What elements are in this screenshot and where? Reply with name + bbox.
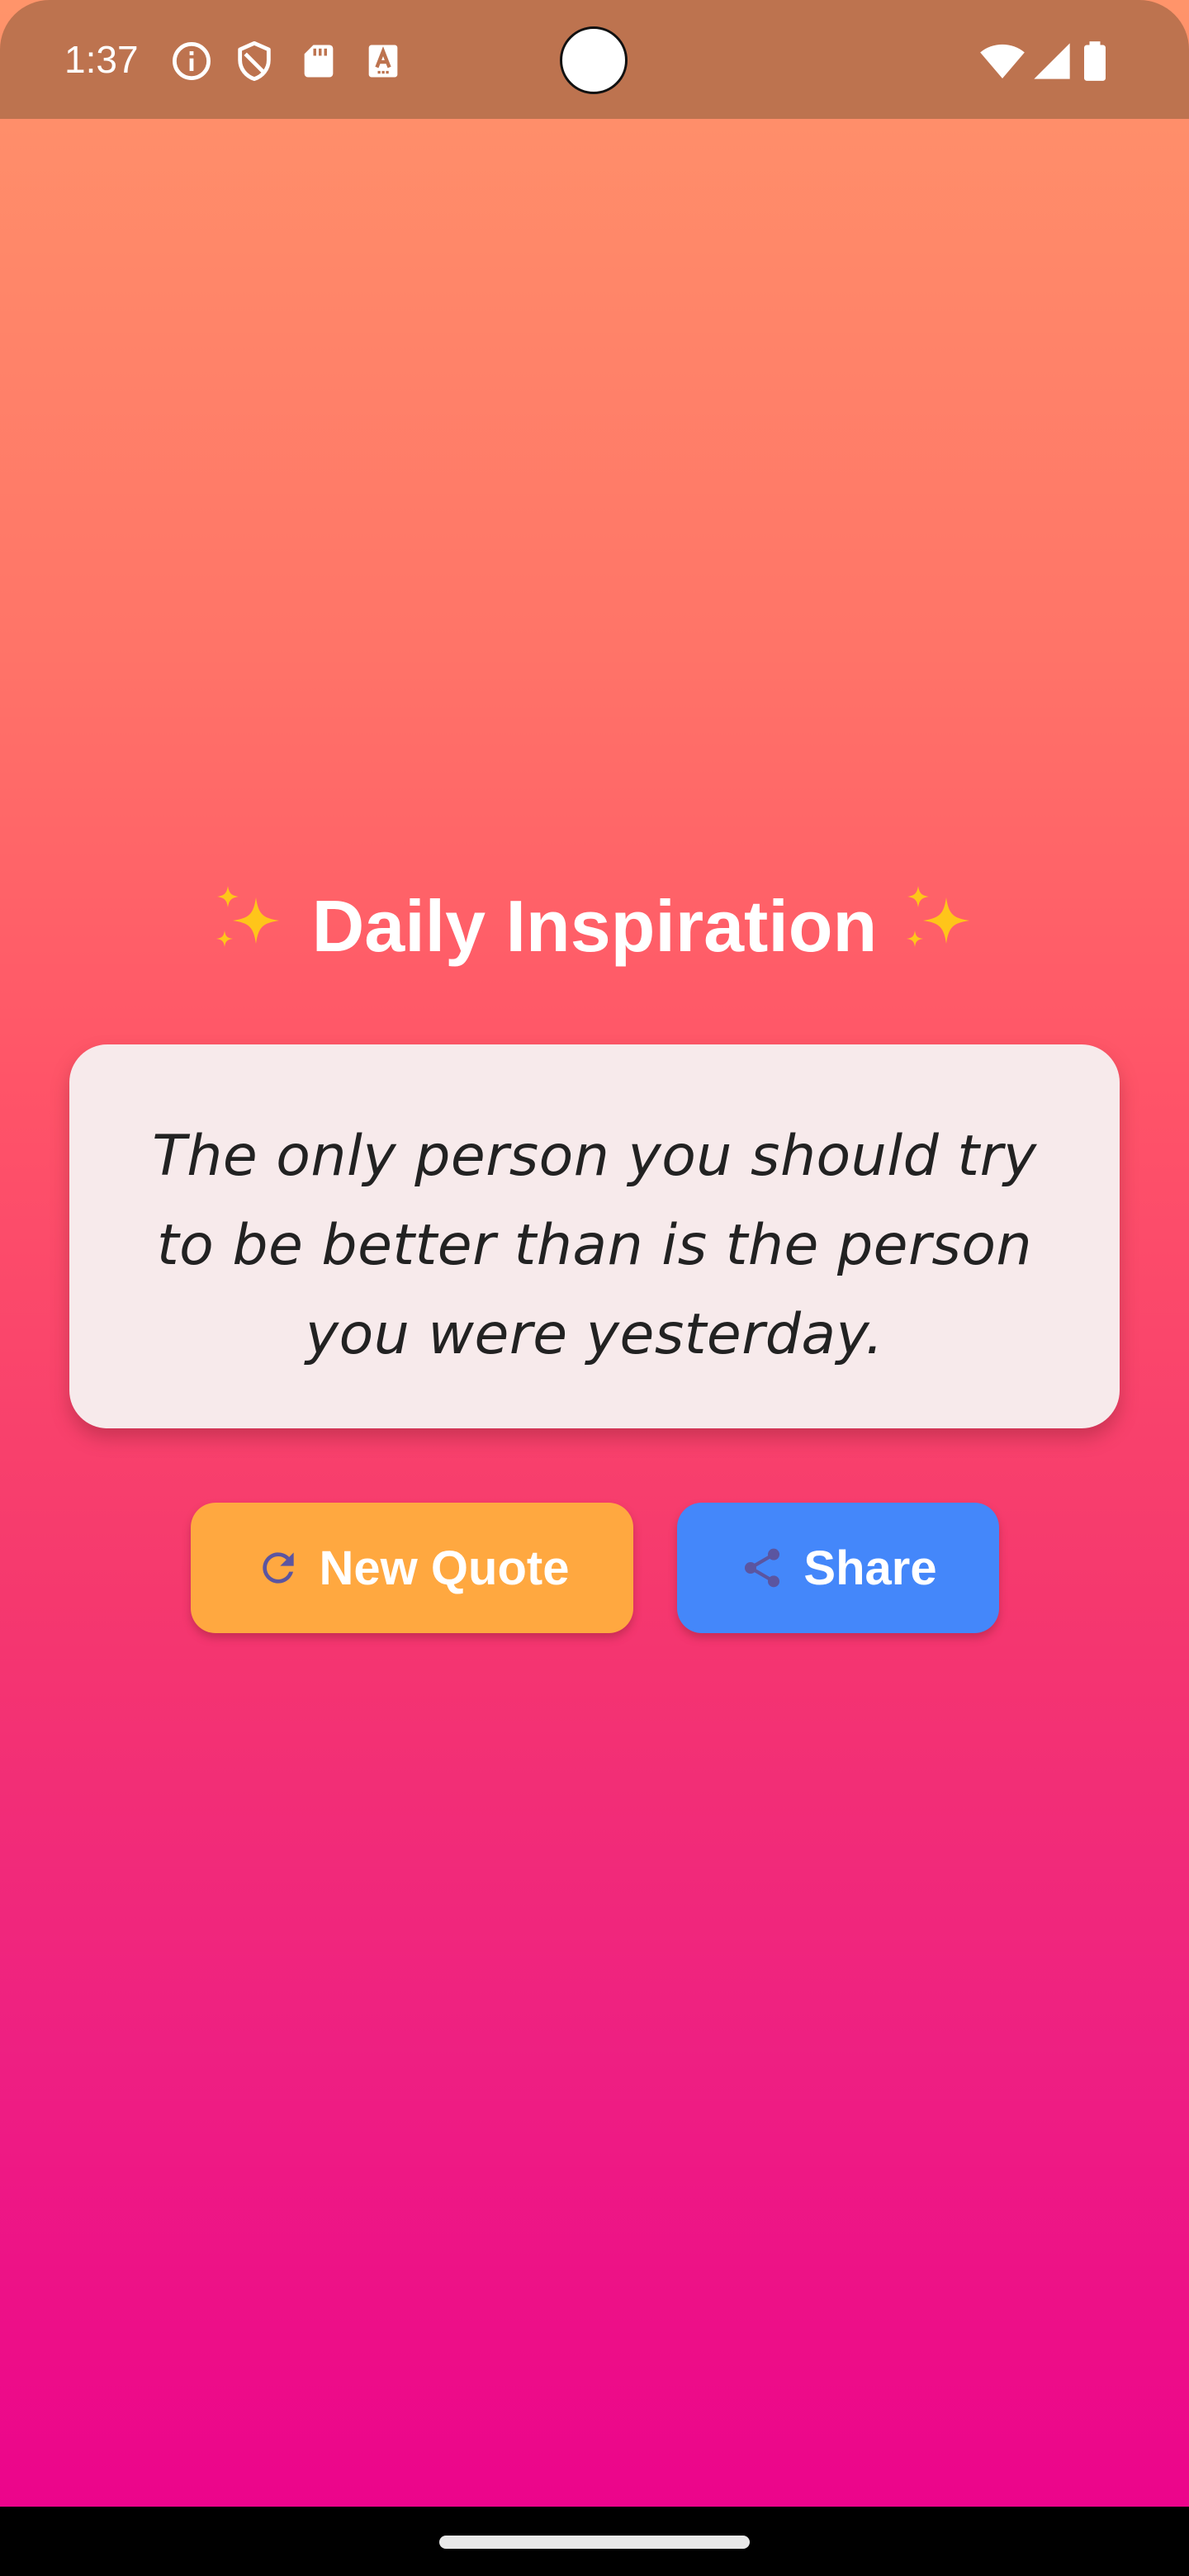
- share-icon: [745, 1548, 780, 1588]
- quote-card: The only person you should try to be bet…: [69, 1044, 1120, 1428]
- shield-icon: [238, 40, 271, 82]
- cellular-signal-icon: [1034, 43, 1070, 79]
- new-quote-button[interactable]: New Quote: [191, 1503, 633, 1633]
- new-quote-label: New Quote: [319, 1541, 570, 1595]
- share-button[interactable]: Share: [677, 1503, 999, 1633]
- status-bar: 1:37: [0, 0, 1189, 119]
- refresh-icon: [262, 1552, 294, 1584]
- navigation-bar: [0, 2507, 1189, 2576]
- sparkles-icon: [216, 885, 279, 947]
- info-icon: [173, 42, 211, 80]
- page-title-text: Daily Inspiration: [311, 884, 878, 967]
- wifi-icon: [980, 44, 1025, 78]
- status-time: 1:37: [64, 38, 139, 81]
- camera-cutout: [560, 26, 628, 94]
- quote-text: The only person you should try to be bet…: [152, 1124, 1037, 1367]
- keyboard-a-icon: [368, 45, 398, 78]
- share-label: Share: [803, 1541, 937, 1595]
- page-title: Daily Inspiration: [0, 871, 1189, 976]
- sd-card-icon: [304, 45, 334, 78]
- app-screen: 1:37 Daily Inspiration The only person y…: [0, 0, 1189, 2576]
- battery-icon: [1084, 41, 1106, 81]
- sparkles-icon: [907, 885, 970, 947]
- home-gesture-handle[interactable]: [439, 2536, 750, 2549]
